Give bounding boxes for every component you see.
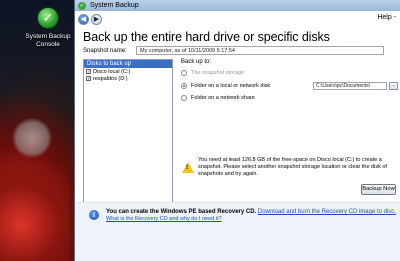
warning-icon: [182, 162, 194, 173]
system-backup-icon: ✓: [37, 7, 59, 29]
browse-button[interactable]: ...: [389, 82, 398, 90]
local-folder-radio[interactable]: [181, 83, 187, 89]
disks-list-header: Disks to back up: [84, 60, 172, 68]
snapshot-storage-radio: [181, 70, 187, 76]
option-network-share[interactable]: Folder on a network share: [181, 95, 255, 101]
warning-mark: !: [186, 165, 188, 171]
title-bar[interactable]: ✓ System Backup: [75, 0, 400, 11]
disk-item-label: Disco local (C:): [93, 68, 131, 75]
warning-message: You need at least 126.8 GB of the free-s…: [198, 157, 387, 177]
snapshot-name-input[interactable]: [136, 46, 384, 55]
option-label: The snapshot storage: [191, 70, 245, 76]
option-label: Folder on a local or network disk: [191, 83, 271, 89]
backup-now-button[interactable]: Backup Now: [361, 184, 396, 195]
info-icon: i: [89, 210, 99, 220]
disk-d-checkbox[interactable]: ✓: [86, 76, 91, 81]
disk-c-checkbox[interactable]: ✓: [86, 69, 91, 74]
help-menu[interactable]: Help -: [377, 14, 396, 21]
page-title: Back up the entire hard drive or specifi…: [83, 30, 330, 44]
app-icon: ✓: [78, 1, 86, 10]
forward-icon[interactable]: ▶: [91, 13, 102, 25]
desktop-icon-system-backup[interactable]: ✓ System Backup Console: [24, 7, 72, 49]
back-icon[interactable]: ◀: [78, 13, 89, 25]
option-snapshot-storage: The snapshot storage: [181, 70, 244, 76]
recovery-cd-text: You can create the Windows PE based Reco…: [106, 209, 257, 215]
wallpaper-decoration: [0, 140, 70, 261]
snapshot-name-label: Snapshot name:: [83, 48, 127, 54]
option-label: Folder on a network share: [191, 95, 255, 101]
backup-path-input[interactable]: [313, 82, 387, 90]
toolbar: ◀ ▶ Help -: [75, 11, 400, 27]
disk-item-label: respaldos (D:): [93, 75, 128, 82]
disk-item-c[interactable]: ✓ Disco local (C:): [84, 68, 172, 75]
recovery-cd-line: You can create the Windows PE based Reco…: [106, 209, 396, 215]
disks-list: Disks to back up ✓ Disco local (C:) ✓ re…: [83, 59, 173, 206]
window-title: System Backup: [90, 2, 139, 9]
desktop-icon-label: System Backup Console: [25, 33, 71, 48]
recovery-cd-help-line: What is the Recovery CD and why do I nee…: [106, 216, 222, 222]
network-share-radio[interactable]: [181, 95, 187, 101]
option-local-folder[interactable]: Folder on a local or network disk: [181, 83, 270, 89]
disk-item-d[interactable]: ✓ respaldos (D:): [84, 75, 172, 82]
system-backup-window: ✓ System Backup ◀ ▶ Help - Back up the e…: [74, 0, 400, 261]
what-is-recovery-cd-link[interactable]: What is the Recovery CD and why do I nee…: [106, 216, 222, 222]
download-recovery-cd-link[interactable]: Download and burn the Recovery CD image …: [258, 209, 396, 215]
backup-to-label: Back up to:: [181, 59, 212, 65]
